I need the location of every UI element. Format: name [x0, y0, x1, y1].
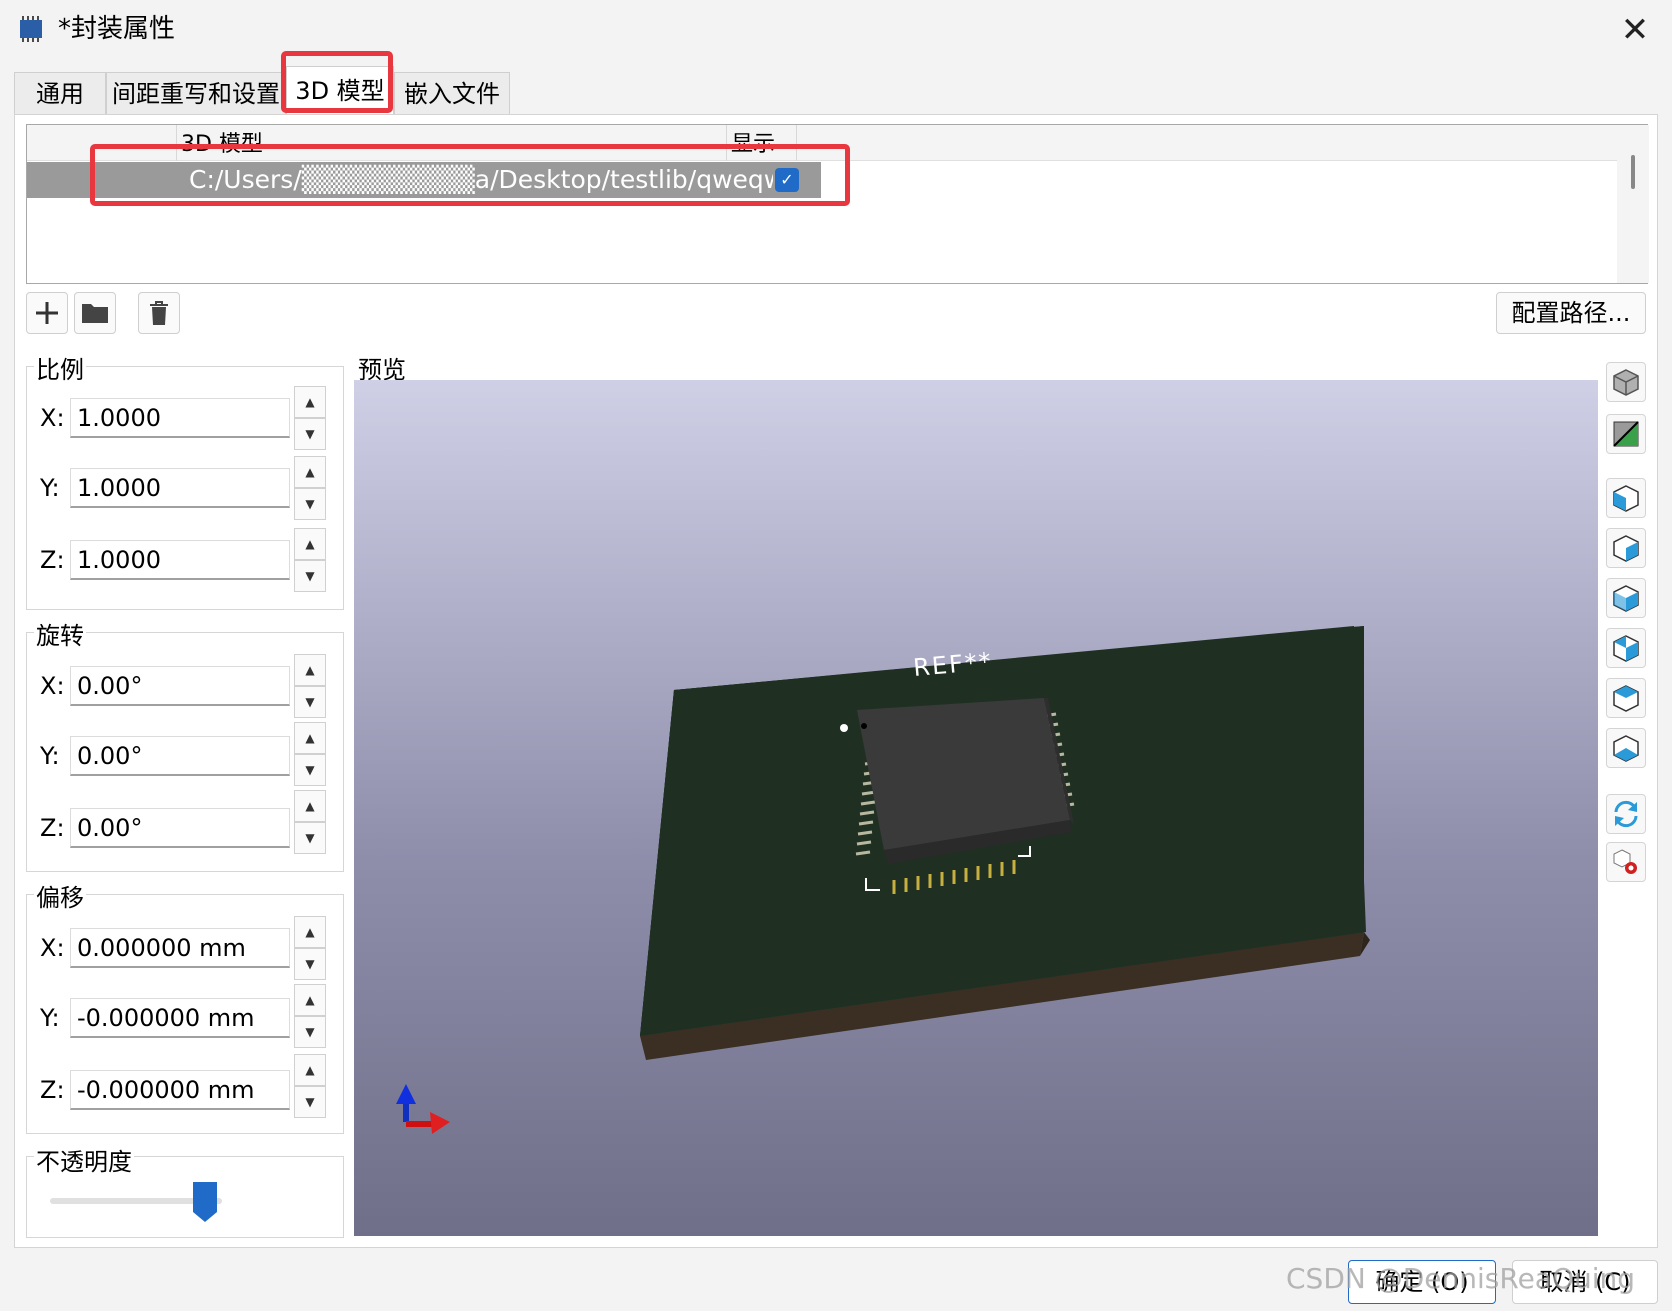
delete-model-button[interactable]	[138, 292, 180, 334]
cancel-button[interactable]: 取消 (C)	[1512, 1260, 1658, 1304]
offset-x-down[interactable]: ▼	[294, 948, 326, 980]
tab-embedded-files[interactable]: 嵌入文件	[394, 72, 510, 114]
view-bottom-button[interactable]	[1606, 728, 1646, 768]
offset-x-up[interactable]: ▲	[294, 916, 326, 948]
offset-y-label: Y:	[40, 1004, 60, 1032]
view-front-button[interactable]	[1606, 478, 1646, 518]
reload-button[interactable]	[1606, 794, 1646, 834]
rotation-z-label: Z:	[40, 814, 65, 842]
settings-3d-icon	[1613, 849, 1637, 874]
plus-icon	[36, 302, 58, 324]
trash-icon	[150, 301, 168, 325]
col-header-blank	[27, 125, 177, 161]
rotation-y-down[interactable]: ▼	[294, 754, 326, 786]
scale-y-down[interactable]: ▼	[294, 488, 326, 520]
rotation-y-label: Y:	[40, 742, 60, 770]
toggle-board-button[interactable]	[1606, 414, 1646, 454]
offset-x-label: X:	[40, 934, 65, 962]
scale-z-down[interactable]: ▼	[294, 560, 326, 592]
offset-z-down[interactable]: ▼	[294, 1086, 326, 1118]
scale-x-down[interactable]: ▼	[294, 418, 326, 450]
view-right-button[interactable]	[1606, 628, 1646, 668]
rotation-y-input[interactable]	[70, 736, 290, 776]
view-right-icon	[1613, 635, 1639, 662]
offset-z-up[interactable]: ▲	[294, 1054, 326, 1086]
scale-y-up[interactable]: ▲	[294, 456, 326, 488]
offset-y-down[interactable]: ▼	[294, 1016, 326, 1048]
view-top-icon	[1613, 685, 1639, 712]
folder-icon	[82, 304, 108, 323]
scale-x-up[interactable]: ▲	[294, 386, 326, 418]
rotation-z-input[interactable]	[70, 808, 290, 848]
model-table[interactable]: 3D 模型 显示 C:/Users/▒▒▒▒▒▒▒▒▒a/Desktop/tes…	[26, 124, 1649, 284]
tab-3d-models[interactable]: 3D 模型	[286, 66, 394, 114]
offset-z-input[interactable]	[70, 1070, 290, 1110]
footprint-icon	[16, 14, 46, 44]
opacity-slider-thumb[interactable]	[193, 1182, 217, 1222]
scale-z-input[interactable]	[70, 540, 290, 580]
rotation-x-input[interactable]	[70, 666, 290, 706]
close-icon: ✕	[1620, 10, 1650, 50]
view-3d-button[interactable]	[1606, 362, 1646, 402]
table-scrollbar[interactable]	[1617, 125, 1649, 283]
model-path-cell[interactable]: C:/Users/▒▒▒▒▒▒▒▒▒a/Desktop/testlib/qweq…	[189, 162, 773, 198]
rotation-x-up[interactable]: ▲	[294, 654, 326, 686]
check-icon: ✓	[780, 170, 794, 189]
tab-general[interactable]: 通用	[14, 72, 106, 114]
reload-icon	[1614, 800, 1638, 828]
scale-z-label: Z:	[40, 546, 65, 574]
col-header-model[interactable]: 3D 模型	[177, 125, 727, 161]
window-title: *封装属性	[58, 14, 176, 44]
view-3d-icon	[1613, 369, 1639, 396]
scale-x-input[interactable]	[70, 398, 290, 438]
view-back-button[interactable]	[1606, 528, 1646, 568]
offset-y-input[interactable]	[70, 998, 290, 1038]
offset-z-label: Z:	[40, 1076, 65, 1104]
rotation-z-up[interactable]: ▲	[294, 790, 326, 822]
title-bar	[0, 0, 1672, 60]
table-row[interactable]: C:/Users/▒▒▒▒▒▒▒▒▒a/Desktop/testlib/qweq…	[27, 162, 821, 198]
rotation-z-down[interactable]: ▼	[294, 822, 326, 854]
view-bottom-icon	[1613, 735, 1639, 762]
show-checkbox[interactable]: ✓	[775, 168, 799, 192]
rotation-x-down[interactable]: ▼	[294, 686, 326, 718]
scale-x-label: X:	[40, 404, 65, 432]
scale-y-label: Y:	[40, 474, 60, 502]
offset-x-input[interactable]	[70, 928, 290, 968]
tab-clearance-overrides[interactable]: 间距重写和设置	[106, 72, 286, 114]
view-top-button[interactable]	[1606, 678, 1646, 718]
col-header-show[interactable]: 显示	[727, 125, 797, 161]
configure-paths-button[interactable]: 配置路径...	[1496, 292, 1646, 334]
rotation-x-label: X:	[40, 672, 65, 700]
ok-button[interactable]: 确定 (O)	[1348, 1260, 1496, 1304]
opacity-group-title: 不透明度	[34, 1142, 134, 1177]
rotation-group-title: 旋转	[34, 616, 86, 651]
offset-y-up[interactable]: ▲	[294, 984, 326, 1016]
3d-preview-canvas[interactable]: REF**	[354, 380, 1598, 1236]
close-button[interactable]: ✕	[1610, 8, 1660, 52]
view-left-icon	[1613, 585, 1639, 612]
scale-group-title: 比例	[34, 350, 86, 385]
scrollbar-thumb[interactable]	[1631, 155, 1635, 189]
browse-model-button[interactable]	[74, 292, 116, 334]
axis-gizmo	[396, 1084, 450, 1134]
rotation-y-up[interactable]: ▲	[294, 722, 326, 754]
view-back-icon	[1613, 535, 1639, 562]
toggle-board-icon	[1613, 421, 1639, 447]
scale-y-input[interactable]	[70, 468, 290, 508]
scale-z-up[interactable]: ▲	[294, 528, 326, 560]
view-front-icon	[1613, 485, 1639, 512]
view-left-button[interactable]	[1606, 578, 1646, 618]
3d-settings-button[interactable]	[1606, 842, 1646, 882]
offset-group-title: 偏移	[34, 878, 86, 913]
table-header: 3D 模型 显示	[27, 125, 1617, 161]
add-model-button[interactable]	[26, 292, 68, 334]
